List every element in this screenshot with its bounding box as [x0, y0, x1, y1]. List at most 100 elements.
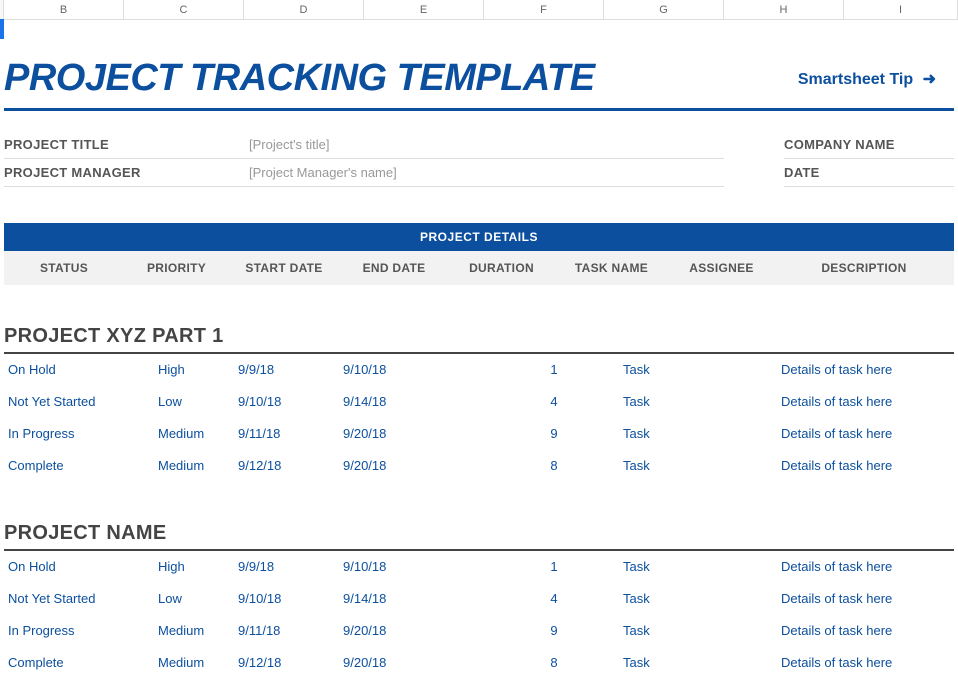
tip-link-label: Smartsheet Tip: [798, 71, 913, 88]
duration-cell[interactable]: 9: [489, 623, 619, 638]
task-name-cell[interactable]: Task: [619, 559, 769, 574]
assignee-cell[interactable]: [769, 362, 777, 377]
table-row[interactable]: In ProgressMedium9/11/189/20/189Task Deta…: [4, 418, 954, 450]
column-header[interactable]: H: [724, 0, 844, 19]
table-row[interactable]: CompleteMedium9/12/189/20/188TaskDetails…: [4, 647, 954, 679]
table-row[interactable]: On HoldHigh9/9/189/10/181Task Details of …: [4, 354, 954, 386]
smartsheet-tip-link[interactable]: Smartsheet Tip ➜: [798, 69, 954, 89]
start-date-cell[interactable]: 9/12/18: [234, 458, 339, 473]
col-header-description[interactable]: DESCRIPTION: [774, 261, 954, 275]
end-date-cell[interactable]: 9/10/18: [339, 559, 489, 574]
duration-cell[interactable]: 1: [489, 559, 619, 574]
end-date-cell[interactable]: 9/20/18: [339, 623, 489, 638]
project-manager-label: PROJECT MANAGER: [4, 165, 249, 180]
col-header-task-name[interactable]: TASK NAME: [554, 261, 669, 275]
arrow-right-icon: ➜: [923, 71, 936, 88]
description-cell[interactable]: Details of task here: [777, 458, 954, 473]
start-date-cell[interactable]: 9/9/18: [234, 362, 339, 377]
section-title[interactable]: PROJECT NAME: [4, 522, 954, 551]
column-header[interactable]: C: [124, 0, 244, 19]
duration-cell[interactable]: 4: [489, 394, 619, 409]
spreadsheet-column-headers: B C D E F G H I: [0, 0, 958, 20]
date-label: DATE: [784, 165, 954, 180]
description-cell[interactable]: Details of task here: [777, 394, 954, 409]
status-cell[interactable]: On Hold: [4, 362, 154, 377]
start-date-cell[interactable]: 9/9/18: [234, 559, 339, 574]
col-header-status[interactable]: STATUS: [4, 261, 124, 275]
table-row[interactable]: On HoldHigh9/9/189/10/181Task Details of …: [4, 551, 954, 583]
company-name-label: COMPANY NAME: [784, 137, 954, 152]
column-header[interactable]: G: [604, 0, 724, 19]
duration-cell[interactable]: 4: [489, 591, 619, 606]
assignee-cell[interactable]: [769, 623, 777, 638]
status-cell[interactable]: Complete: [4, 458, 154, 473]
column-header[interactable]: I: [844, 0, 958, 19]
date-row[interactable]: DATE: [784, 159, 954, 187]
assignee-cell[interactable]: [769, 591, 777, 606]
project-title-row[interactable]: PROJECT TITLE [Project's title]: [4, 131, 724, 159]
description-cell[interactable]: Details of task here: [777, 591, 954, 606]
company-name-row[interactable]: COMPANY NAME: [784, 131, 954, 159]
task-name-cell[interactable]: Task: [619, 362, 769, 377]
project-title-label: PROJECT TITLE: [4, 137, 249, 152]
duration-cell[interactable]: 8: [489, 458, 619, 473]
task-name-cell[interactable]: Task: [619, 458, 769, 473]
table-row[interactable]: In ProgressMedium9/11/189/20/189Task Deta…: [4, 615, 954, 647]
priority-cell[interactable]: High: [154, 362, 234, 377]
end-date-cell[interactable]: 9/14/18: [339, 591, 489, 606]
start-date-cell[interactable]: 9/11/18: [234, 426, 339, 441]
page-title: PROJECT TRACKING TEMPLATE: [4, 57, 595, 100]
priority-cell[interactable]: High: [154, 559, 234, 574]
task-name-cell[interactable]: Task: [619, 623, 769, 638]
task-name-cell[interactable]: Task: [619, 394, 769, 409]
assignee-cell[interactable]: [769, 426, 777, 441]
duration-cell[interactable]: 1: [489, 362, 619, 377]
priority-cell[interactable]: Medium: [154, 458, 234, 473]
duration-cell[interactable]: 9: [489, 426, 619, 441]
assignee-cell[interactable]: [769, 394, 777, 409]
section-title[interactable]: PROJECT XYZ PART 1: [4, 325, 954, 354]
column-header[interactable]: B: [4, 0, 124, 19]
status-cell[interactable]: Not Yet Started: [4, 394, 154, 409]
col-header-priority[interactable]: PRIORITY: [124, 261, 229, 275]
column-header[interactable]: D: [244, 0, 364, 19]
start-date-cell[interactable]: 9/10/18: [234, 394, 339, 409]
table-row[interactable]: Not Yet StartedLow9/10/189/14/184Task Det…: [4, 386, 954, 418]
description-cell[interactable]: Details of task here: [777, 559, 954, 574]
col-header-assignee[interactable]: ASSIGNEE: [669, 261, 774, 275]
selected-cell-indicator[interactable]: [0, 19, 4, 39]
assignee-cell[interactable]: [769, 458, 777, 473]
end-date-cell[interactable]: 9/20/18: [339, 458, 489, 473]
start-date-cell[interactable]: 9/10/18: [234, 591, 339, 606]
col-header-start-date[interactable]: START DATE: [229, 261, 339, 275]
assignee-cell[interactable]: [769, 559, 777, 574]
description-cell[interactable]: Details of task here: [777, 426, 954, 441]
status-cell[interactable]: On Hold: [4, 559, 154, 574]
task-name-cell[interactable]: Task: [619, 591, 769, 606]
status-cell[interactable]: In Progress: [4, 426, 154, 441]
project-details-banner: PROJECT DETAILS: [4, 223, 954, 251]
project-manager-row[interactable]: PROJECT MANAGER [Project Manager's name]: [4, 159, 724, 187]
table-row[interactable]: Not Yet StartedLow9/10/189/14/184Task Det…: [4, 583, 954, 615]
priority-cell[interactable]: Low: [154, 394, 234, 409]
task-name-cell[interactable]: Task: [619, 426, 769, 441]
col-header-duration[interactable]: DURATION: [449, 261, 554, 275]
priority-cell[interactable]: Medium: [154, 426, 234, 441]
status-cell[interactable]: In Progress: [4, 623, 154, 638]
description-cell[interactable]: Details of task here: [777, 623, 954, 638]
priority-cell[interactable]: Low: [154, 591, 234, 606]
project-title-value: [Project's title]: [249, 137, 330, 152]
col-header-end-date[interactable]: END DATE: [339, 261, 449, 275]
table-row[interactable]: CompleteMedium9/12/189/20/188Task Details…: [4, 450, 954, 482]
end-date-cell[interactable]: 9/20/18: [339, 426, 489, 441]
start-date-cell[interactable]: 9/11/18: [234, 623, 339, 638]
project-manager-value: [Project Manager's name]: [249, 165, 397, 180]
priority-cell[interactable]: Medium: [154, 623, 234, 638]
description-cell[interactable]: Details of task here: [777, 362, 954, 377]
column-header[interactable]: E: [364, 0, 484, 19]
table-column-headers: STATUS PRIORITY START DATE END DATE DURA…: [4, 251, 954, 285]
end-date-cell[interactable]: 9/10/18: [339, 362, 489, 377]
status-cell[interactable]: Not Yet Started: [4, 591, 154, 606]
column-header[interactable]: F: [484, 0, 604, 19]
end-date-cell[interactable]: 9/14/18: [339, 394, 489, 409]
